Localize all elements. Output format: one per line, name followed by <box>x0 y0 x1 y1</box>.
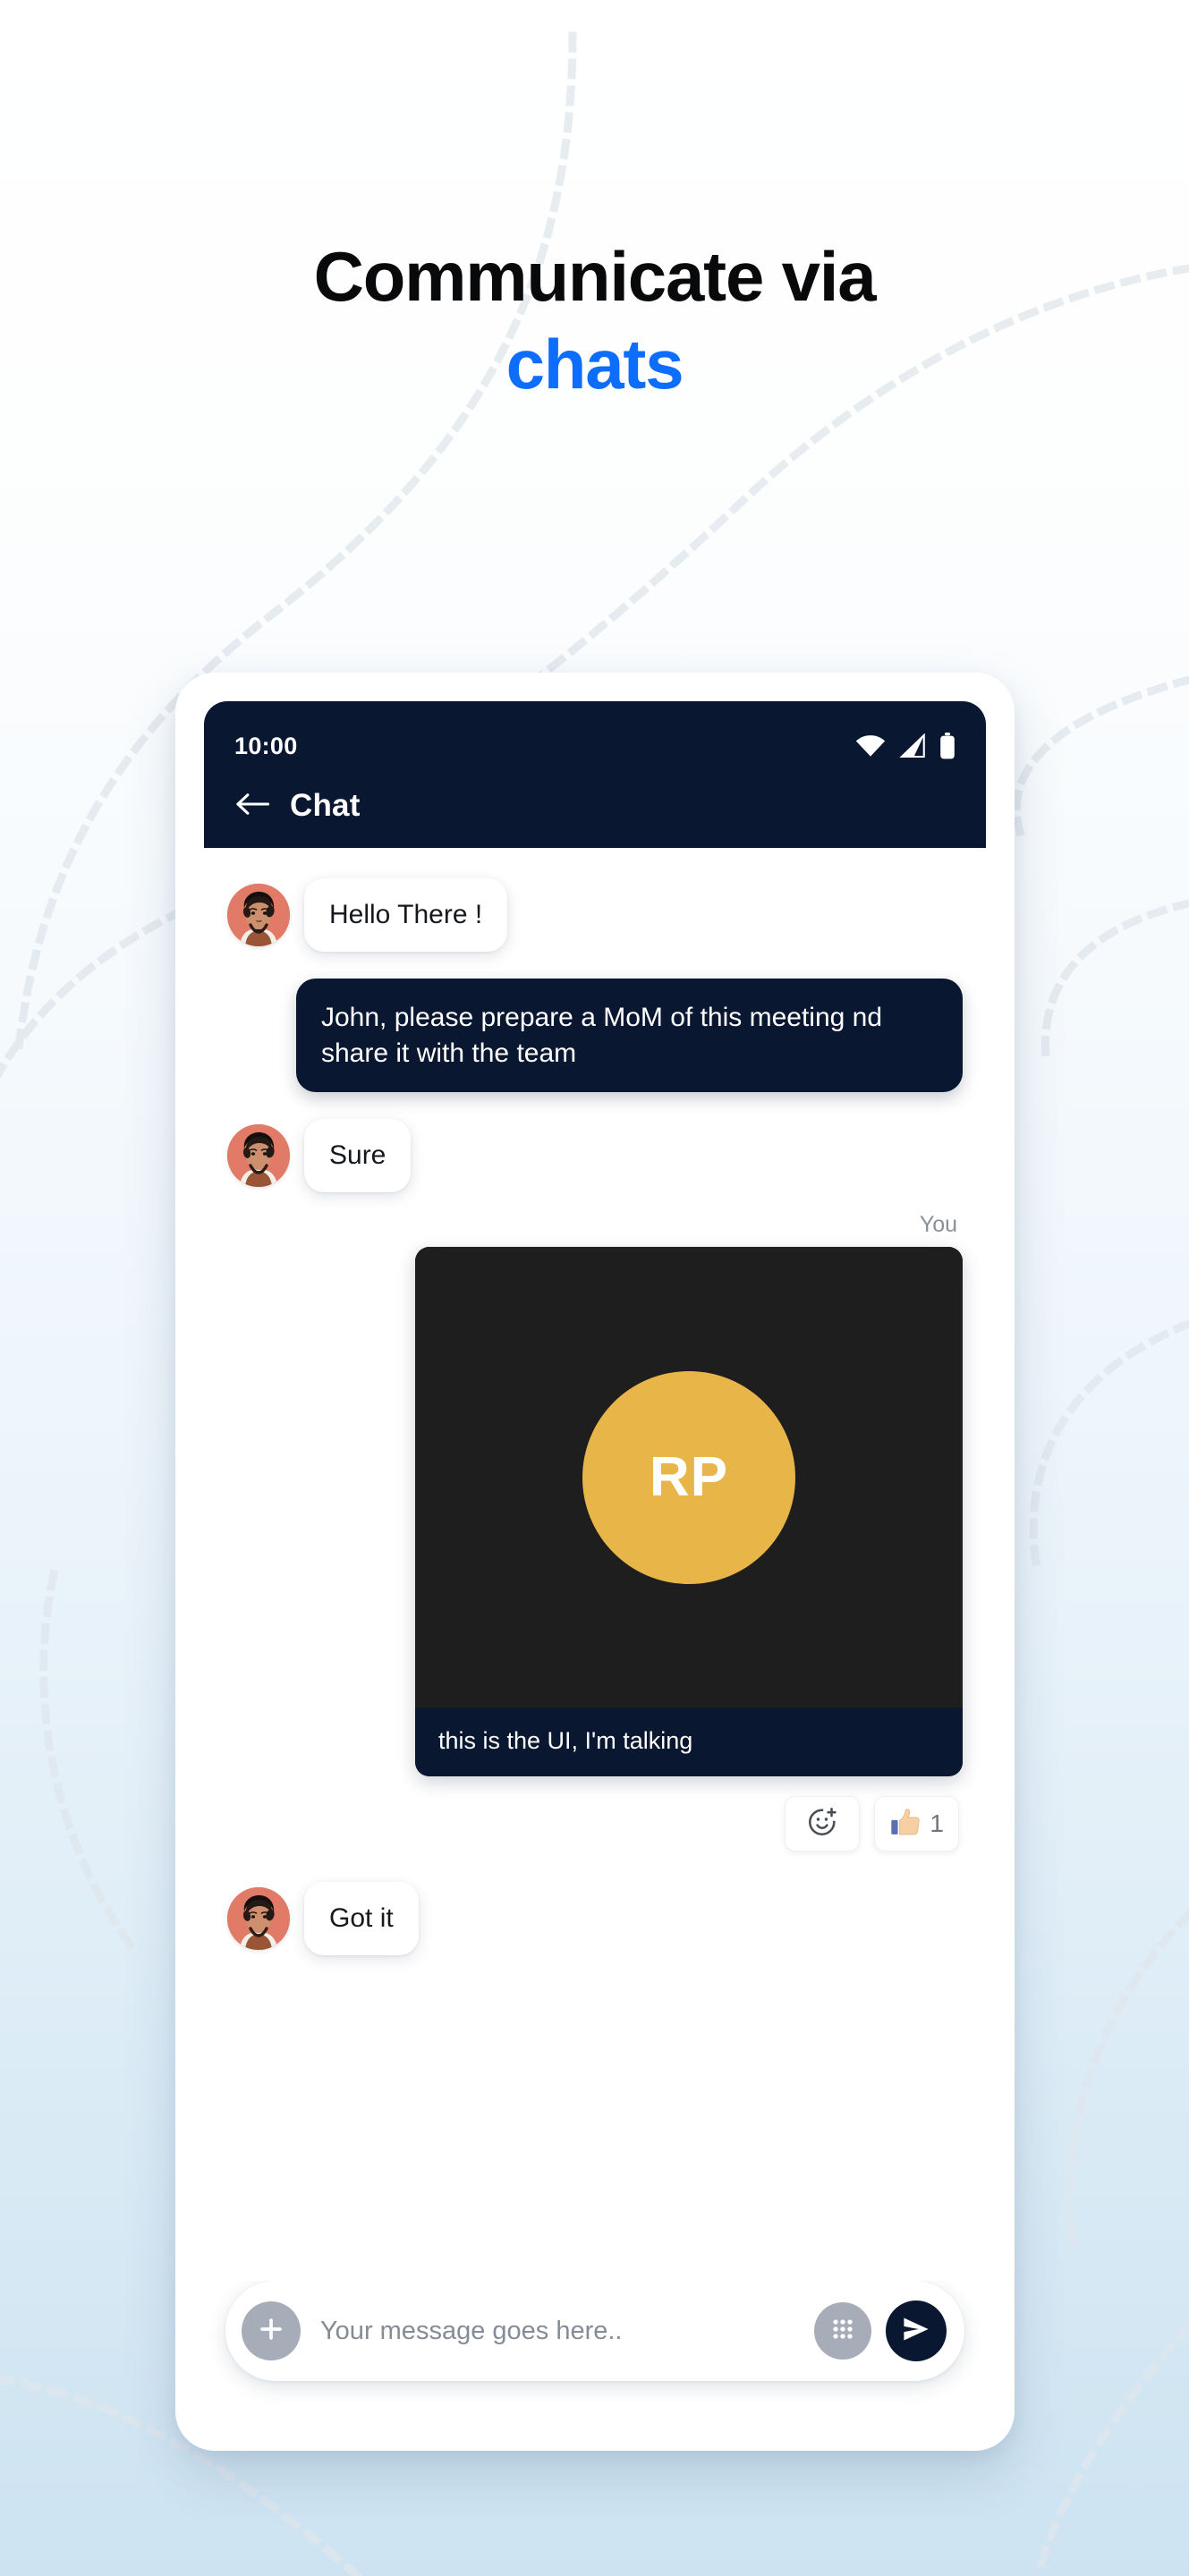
add-reaction-button[interactable] <box>785 1796 861 1852</box>
add-reaction-icon <box>806 1806 838 1843</box>
message-bubble[interactable]: Hello There ! <box>304 878 508 952</box>
send-paper-plane-icon <box>901 2314 931 2349</box>
thumbs-up-icon <box>889 1808 921 1841</box>
attach-button[interactable] <box>242 2301 301 2360</box>
message-row-outgoing-media: RP this is the UI, I'm talking 1 <box>227 1247 963 1852</box>
headline-line-2: chats <box>505 324 684 403</box>
message-sender-label: You <box>919 1212 957 1238</box>
status-bar: 10:00 <box>234 723 955 769</box>
arrow-left-icon <box>235 791 270 822</box>
message-bubble[interactable]: John, please prepare a MoM of this meeti… <box>296 979 963 1093</box>
phone-screen: 10:00 Chat Hello There ! John, please pr… <box>204 701 986 2411</box>
back-button[interactable] <box>234 788 270 824</box>
status-bar-clock: 10:00 <box>234 732 298 759</box>
status-bar-system-icons <box>855 733 955 759</box>
avatar[interactable] <box>227 1124 290 1188</box>
composer-area: Your message goes here.. <box>204 2281 986 2411</box>
video-thumbnail[interactable]: RP <box>415 1247 963 1708</box>
message-composer: Your message goes here.. <box>225 2281 964 2381</box>
message-row-incoming: Hello There ! <box>227 878 963 952</box>
cellular-signal-icon <box>899 733 926 758</box>
grid-apps-icon <box>828 2315 857 2348</box>
app-bar-title: Chat <box>290 788 361 823</box>
avatar[interactable] <box>227 884 290 946</box>
message-input[interactable]: Your message goes here.. <box>315 2317 800 2346</box>
media-message-card[interactable]: RP this is the UI, I'm talking <box>415 1247 963 1777</box>
headline-line-1: Communicate via <box>313 237 877 316</box>
participant-initials-avatar: RP <box>582 1370 795 1584</box>
message-reactions: 1 <box>785 1796 959 1852</box>
phone-topbar: 10:00 Chat <box>204 701 986 848</box>
send-button[interactable] <box>886 2301 947 2361</box>
wifi-icon <box>855 734 886 758</box>
phone-mockup-frame: 10:00 Chat Hello There ! John, please pr… <box>175 673 1015 2451</box>
page-headline: Communicate via chats <box>0 237 1189 403</box>
message-row-incoming: Got it <box>227 1882 963 1956</box>
battery-icon <box>939 733 955 759</box>
thumbs-up-reaction-button[interactable]: 1 <box>874 1796 959 1852</box>
message-bubble[interactable]: Sure <box>304 1119 412 1193</box>
message-row-outgoing: John, please prepare a MoM of this meeti… <box>227 979 963 1093</box>
media-caption: this is the UI, I'm talking <box>415 1707 963 1777</box>
message-row-incoming: Sure <box>227 1119 963 1193</box>
plus-icon <box>256 2314 286 2349</box>
app-bar: Chat <box>234 769 955 848</box>
avatar[interactable] <box>227 1887 290 1951</box>
message-bubble[interactable]: Got it <box>304 1882 419 1956</box>
apps-button[interactable] <box>814 2302 871 2360</box>
conversation-list[interactable]: Hello There ! John, please prepare a MoM… <box>204 848 986 2281</box>
reaction-count: 1 <box>930 1809 944 1838</box>
